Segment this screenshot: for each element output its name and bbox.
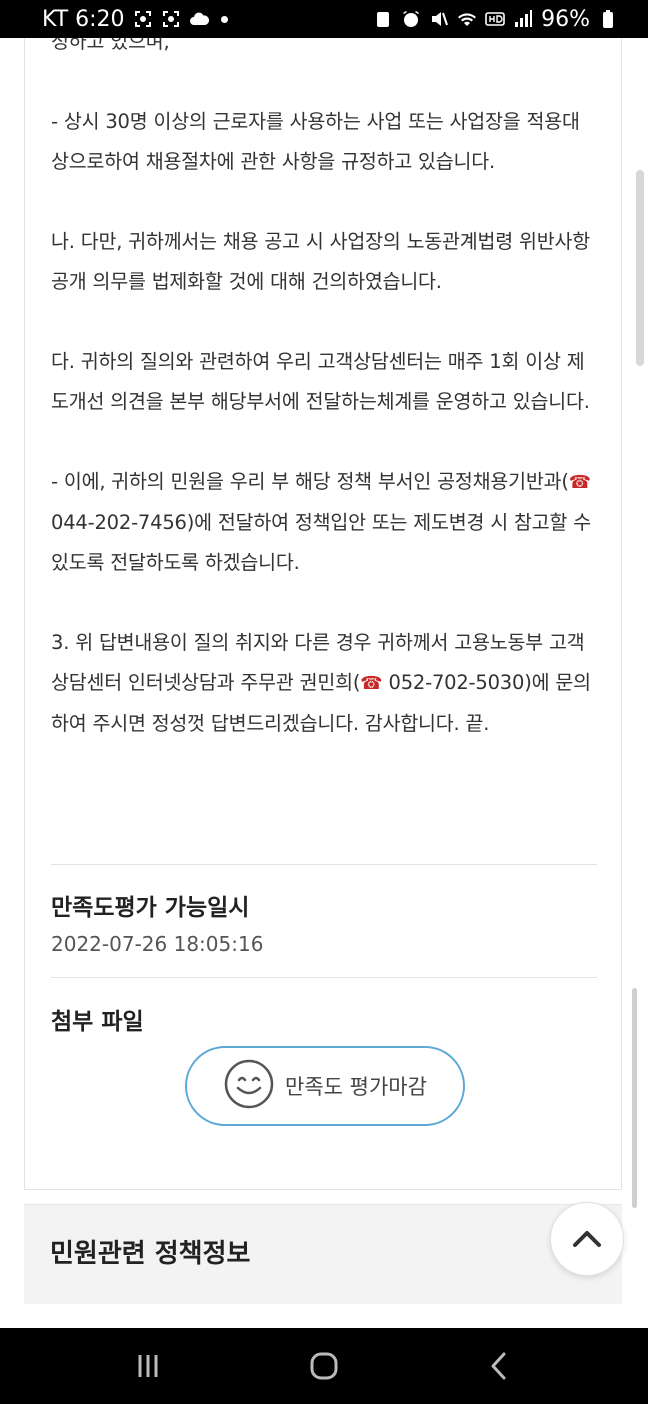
alarm-icon — [401, 9, 421, 29]
policy-info-section: 민원관련 정책정보 — [24, 1204, 622, 1304]
recent-apps-button[interactable] — [118, 1336, 178, 1396]
screenshot-icon — [161, 9, 181, 29]
back-icon — [491, 1352, 506, 1380]
smile-icon — [223, 1058, 275, 1115]
cloud-icon — [189, 9, 209, 29]
battery-percent: 96% — [541, 6, 590, 32]
answer-paragraph: - 상시 30명 이상의 근로자를 사용하는 사업 또는 사업장을 적용대상으로… — [51, 110, 580, 173]
phone-number[interactable]: 052-702-5030 — [388, 671, 524, 694]
battery-icon — [598, 9, 618, 29]
scrollbar[interactable] — [632, 988, 637, 1208]
wifi-icon — [457, 9, 477, 29]
answer-body: 정하고 있으며, - 상시 30명 이상의 근로자를 사용하는 사업 또는 사업… — [51, 38, 591, 784]
signal-icon — [513, 9, 533, 29]
recent-apps-icon — [138, 1355, 158, 1377]
navigation-bar — [0, 1328, 648, 1404]
scroll-to-top-button[interactable] — [550, 1202, 624, 1276]
answer-text: - 이에, 귀하의 민원을 우리 부 해당 정책 부서인 공정채용기반과( — [51, 470, 569, 493]
answer-fragment: 정하고 있으며, — [51, 38, 170, 53]
hd-icon — [485, 9, 505, 29]
page-content: 정하고 있으며, - 상시 30명 이상의 근로자를 사용하는 사업 또는 사업… — [8, 38, 638, 1328]
home-icon — [310, 1352, 338, 1380]
rating-button-label: 만족도 평가마감 — [285, 1075, 427, 1099]
lock-icon — [373, 9, 393, 29]
phone-icon: ☎ — [568, 472, 591, 493]
policy-info-title: 민원관련 정책정보 — [50, 1239, 251, 1269]
phone-screen: KT 6:20 96% 정하고 있으며, - 상시 30명 이상의 근로자를 사… — [0, 0, 648, 1404]
answer-card: 정하고 있으며, - 상시 30명 이상의 근로자를 사용하는 사업 또는 사업… — [24, 38, 622, 1190]
answer-paragraph: 나. 다만, 귀하께서는 채용 공고 시 사업장의 노동관계법령 위반사항 공개… — [51, 230, 590, 293]
home-button[interactable] — [294, 1336, 354, 1396]
phone-number[interactable]: 044-202-7456 — [51, 511, 187, 534]
screenshot-icon — [133, 9, 153, 29]
answer-paragraph: - 이에, 귀하의 민원을 우리 부 해당 정책 부서인 공정채용기반과(☎ 0… — [51, 462, 591, 583]
chevron-up-icon — [573, 1231, 601, 1247]
answer-paragraph: 다. 귀하의 질의와 관련하여 우리 고객상담센터는 매주 1회 이상 제도개선… — [51, 350, 590, 413]
notification-dot — [220, 15, 228, 23]
status-bar: KT 6:20 96% — [0, 0, 648, 38]
answer-paragraph: 3. 위 답변내용이 질의 취지와 다른 경우 귀하께서 고용노동부 고객상담센… — [51, 623, 591, 744]
satisfaction-datetime: 2022-07-26 18:05:16 — [51, 932, 264, 956]
carrier-time: KT 6:20 — [42, 6, 125, 32]
divider — [51, 864, 597, 865]
satisfaction-rating-button[interactable]: 만족도 평가마감 — [185, 1046, 465, 1126]
attachment-label: 첨부 파일 — [51, 1009, 144, 1035]
phone-icon: ☎ — [360, 673, 383, 694]
satisfaction-label: 만족도평가 가능일시 — [51, 895, 250, 921]
back-button[interactable] — [470, 1336, 530, 1396]
mute-icon — [429, 9, 449, 29]
edge-panel-handle[interactable] — [636, 170, 644, 366]
divider — [51, 977, 597, 978]
